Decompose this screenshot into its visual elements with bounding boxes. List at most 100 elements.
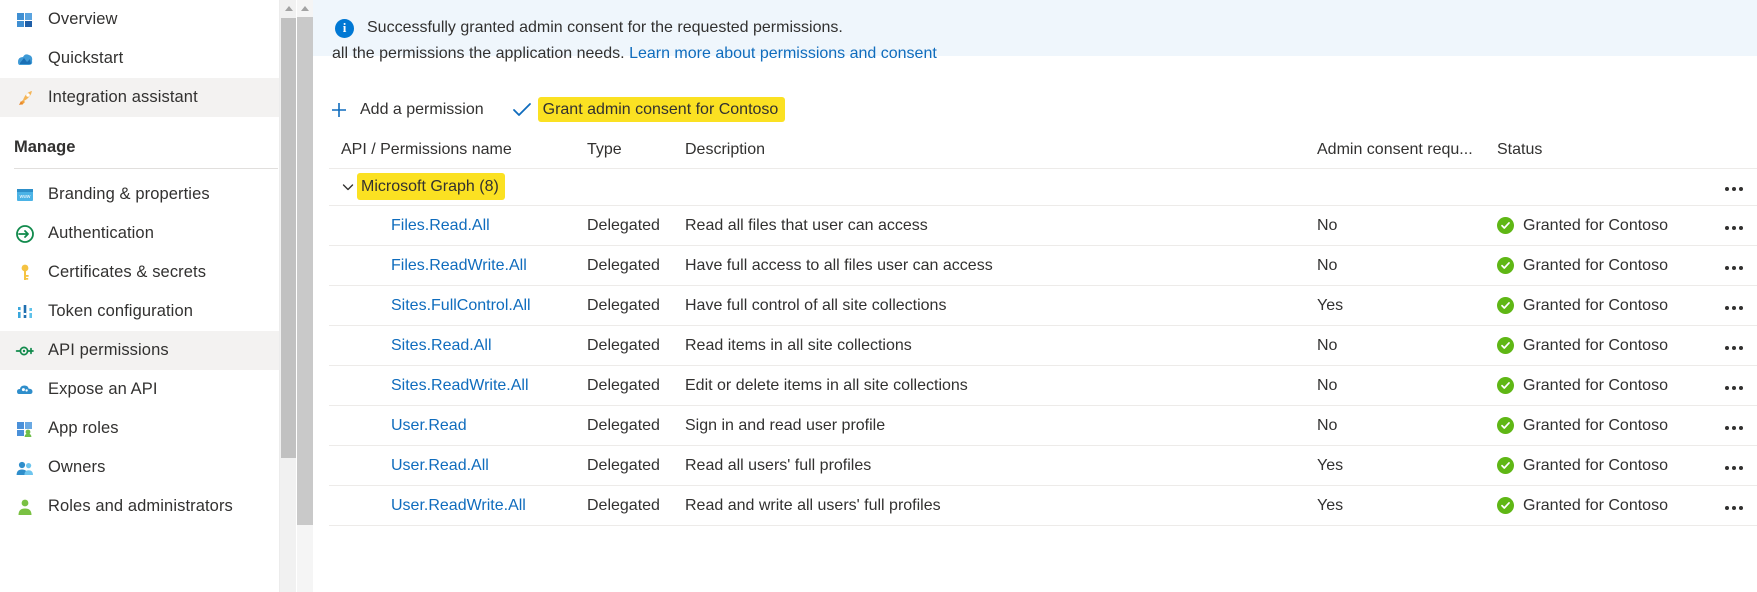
permission-name-link[interactable]: Files.ReadWrite.All [341,257,587,275]
branding-window-icon: www [14,184,36,206]
sidebar-item-branding-properties[interactable]: www Branding & properties [0,175,296,214]
ellipsis-icon[interactable] [1725,505,1743,510]
row-context-menu-button[interactable] [1697,337,1757,355]
triangle-up-icon [284,6,293,11]
group-row-menu[interactable] [1683,178,1757,196]
sidebar-scrollbar-thumb[interactable] [281,18,296,458]
status-cell: Granted for Contoso [1497,417,1697,435]
permission-name-link[interactable]: Sites.FullControl.All [341,297,587,315]
row-context-menu-button[interactable] [1697,377,1757,395]
permission-name-link[interactable]: User.Read.All [341,457,587,475]
ellipsis-icon[interactable] [1725,305,1743,310]
green-check-icon [1497,217,1514,234]
sidebar-item-token-configuration[interactable]: Token configuration [0,292,296,331]
column-header-type[interactable]: Type [587,141,685,159]
add-permission-button[interactable]: Add a permission [329,94,484,126]
api-permissions-page: Overview Quickstart Integration assistant M… [0,0,1757,592]
content-scroll-region: i Successfully granted admin consent for… [313,0,1757,592]
group-name-cell[interactable]: Microsoft Graph (8) [329,173,599,200]
green-check-icon [1497,337,1514,354]
permission-name-link[interactable]: Files.Read.All [341,217,587,235]
status-label: Granted for Contoso [1523,336,1668,354]
table-row: Files.ReadWrite.All Delegated Have full ac… [329,246,1757,286]
checkmark-icon [512,100,532,120]
ellipsis-icon[interactable] [1725,265,1743,270]
sidebar-item-label: App roles [48,419,119,437]
sidebar-item-integration-assistant[interactable]: Integration assistant [0,78,296,117]
sidebar-scrollbar[interactable] [279,0,296,592]
row-context-menu-button[interactable] [1697,457,1757,475]
table-row: User.Read.All Delegated Read all users' fu… [329,446,1757,486]
ellipsis-icon[interactable] [1725,187,1743,191]
group-label: Microsoft Graph (8) [361,178,499,195]
green-check-icon [1497,377,1514,394]
permission-name-cell: Sites.ReadWrite.All [329,377,587,395]
svg-text:www: www [20,194,31,200]
permission-name-link[interactable]: Sites.ReadWrite.All [341,377,587,395]
sidebar-item-roles-and-administrators[interactable]: Roles and administrators [0,487,296,526]
permissions-description-clipped: all the permissions the application need… [332,45,937,62]
chevron-down-icon[interactable] [341,180,355,194]
column-header-admin-consent-required[interactable]: Admin consent requ... [1317,141,1497,159]
sidebar-scroll-up-arrow[interactable] [280,0,296,17]
green-check-icon [1497,417,1514,434]
permission-name-cell: User.ReadWrite.All [329,497,587,515]
add-permission-label: Add a permission [360,101,484,118]
sidebar-item-api-permissions[interactable]: API permissions [0,331,296,370]
permission-name-cell: Files.Read.All [329,217,587,235]
sidebar-item-app-roles[interactable]: App roles [0,409,296,448]
column-header-status[interactable]: Status [1497,141,1697,159]
main-scroll-up-arrow[interactable] [297,0,313,16]
row-context-menu-button[interactable] [1697,497,1757,515]
row-context-menu-button[interactable] [1697,417,1757,435]
status-label: Granted for Contoso [1523,376,1668,394]
sidebar-item-certificates-secrets[interactable]: Certificates & secrets [0,253,296,292]
sidebar-item-label: Certificates & secrets [48,263,207,281]
status-label: Granted for Contoso [1523,296,1668,314]
admin-consent-required-cell: No [1317,216,1338,234]
sidebar-item-overview[interactable]: Overview [0,0,296,39]
grant-admin-consent-label: Grant admin consent for Contoso [542,101,779,118]
table-row: Sites.ReadWrite.All Delegated Edit or dele… [329,366,1757,406]
admin-consent-required-cell: No [1317,376,1338,394]
info-icon: i [335,18,354,38]
sidebar-divider [14,168,278,169]
learn-more-link[interactable]: Learn more about permissions and consent [629,45,937,62]
ellipsis-icon[interactable] [1725,345,1743,350]
column-header-description[interactable]: Description [685,141,1317,159]
status-cell: Granted for Contoso [1497,217,1697,235]
main-scrollbar-thumb[interactable] [297,17,313,525]
permission-type-cell: Delegated [587,416,660,434]
permission-name-link[interactable]: User.ReadWrite.All [341,497,587,515]
token-bars-icon [14,301,36,323]
sidebar-item-quickstart[interactable]: Quickstart [0,39,296,78]
status-cell: Granted for Contoso [1497,377,1697,395]
authentication-arrow-icon [14,223,36,245]
permission-name-link[interactable]: Sites.Read.All [341,337,587,355]
ellipsis-icon[interactable] [1725,465,1743,470]
ellipsis-icon[interactable] [1725,425,1743,430]
main-scrollbar[interactable] [297,0,313,592]
permission-name-cell: User.Read [329,417,587,435]
ellipsis-icon[interactable] [1725,225,1743,230]
green-check-icon [1497,457,1514,474]
row-context-menu-button[interactable] [1697,297,1757,315]
permission-name-link[interactable]: User.Read [341,417,587,435]
status-label: Granted for Contoso [1523,456,1668,474]
admin-consent-required-cell: Yes [1317,456,1344,474]
sidebar-item-expose-an-api[interactable]: Expose an API [0,370,296,409]
sidebar-section-label: Manage [14,138,76,156]
table-row: User.Read Delegated Sign in and read user … [329,406,1757,446]
app-roles-icon [14,418,36,440]
permission-name-cell: Sites.Read.All [329,337,587,355]
column-header-api-permissions-name[interactable]: API / Permissions name [329,141,587,159]
admin-consent-required-cell: No [1317,256,1338,274]
admin-consent-required-cell: No [1317,336,1338,354]
sidebar-item-authentication[interactable]: Authentication [0,214,296,253]
row-context-menu-button[interactable] [1697,217,1757,235]
api-group-row-microsoft-graph[interactable]: Microsoft Graph (8) [329,169,1757,206]
grant-admin-consent-button[interactable]: Grant admin consent for Contoso [512,94,786,126]
row-context-menu-button[interactable] [1697,257,1757,275]
sidebar-item-owners[interactable]: Owners [0,448,296,487]
ellipsis-icon[interactable] [1725,385,1743,390]
